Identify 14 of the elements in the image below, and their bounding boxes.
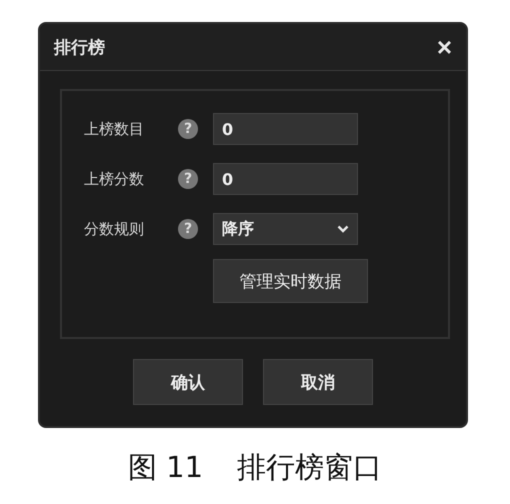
figure-caption: 排行榜窗口 (237, 449, 382, 486)
dialog-button[interactable]: 取消 (263, 359, 373, 405)
field-label: 分数规则 (84, 220, 145, 238)
dialog-button[interactable]: 确认 (133, 359, 243, 405)
window-title: 排行榜 (54, 36, 105, 58)
input-field[interactable]: 0 (213, 163, 358, 195)
close-button[interactable]: × (436, 34, 452, 60)
chevron-down-icon (337, 225, 349, 233)
figure-number: 图 11 (128, 449, 204, 486)
manage-data-button[interactable]: 管理实时数据 (213, 259, 368, 303)
dropdown[interactable]: 降序 (213, 213, 358, 245)
field-label: 上榜分数 (84, 170, 145, 188)
input-field[interactable]: 0 (213, 113, 358, 145)
field-label: 上榜数目 (84, 120, 145, 138)
